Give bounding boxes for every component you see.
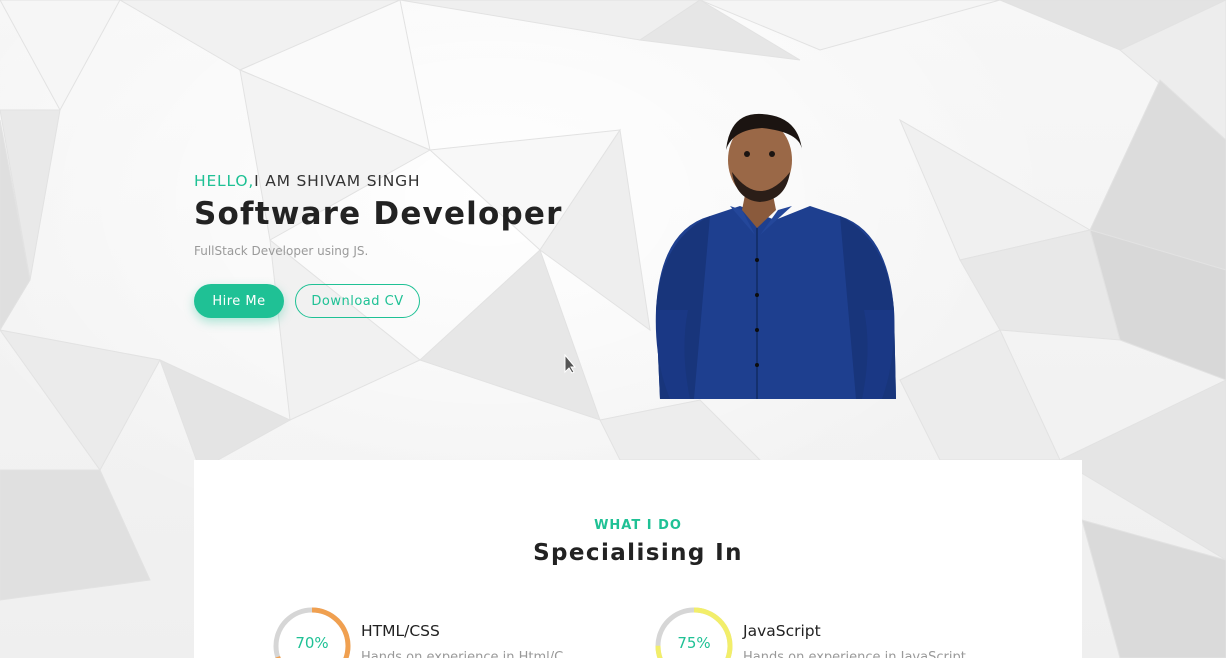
download-cv-button[interactable]: Download CV	[295, 284, 420, 318]
skill-description: Hands on experience in Html/C	[361, 650, 564, 658]
hero-section: HELLO,I AM SHIVAM SINGH Software Develop…	[194, 172, 563, 318]
skill-description: Hands on experience in JavaScript	[743, 650, 966, 658]
services-eyebrow: WHAT I DO	[594, 518, 682, 533]
services-title: Specialising In	[533, 540, 743, 566]
greeting-name: I AM SHIVAM SINGH	[254, 172, 421, 190]
greeting-highlight: HELLO,	[194, 172, 255, 190]
skill-name: JavaScript	[743, 622, 821, 640]
hero-buttons: Hire Me Download CV	[194, 284, 563, 318]
profile-photo	[655, 113, 896, 399]
skill-percent: 75%	[677, 634, 711, 652]
hire-me-button[interactable]: Hire Me	[194, 284, 284, 318]
hero-greeting: HELLO,I AM SHIVAM SINGH	[194, 172, 563, 190]
skill-percent: 70%	[295, 634, 329, 652]
skill-name: HTML/CSS	[361, 622, 440, 640]
hero-tagline: FullStack Developer using JS.	[194, 244, 369, 258]
hero-role: Software Developer	[194, 196, 563, 232]
services-card: WHAT I DO Specialising In 70% HTML/CSS H…	[194, 460, 1082, 658]
mouse-cursor-icon	[564, 354, 576, 374]
